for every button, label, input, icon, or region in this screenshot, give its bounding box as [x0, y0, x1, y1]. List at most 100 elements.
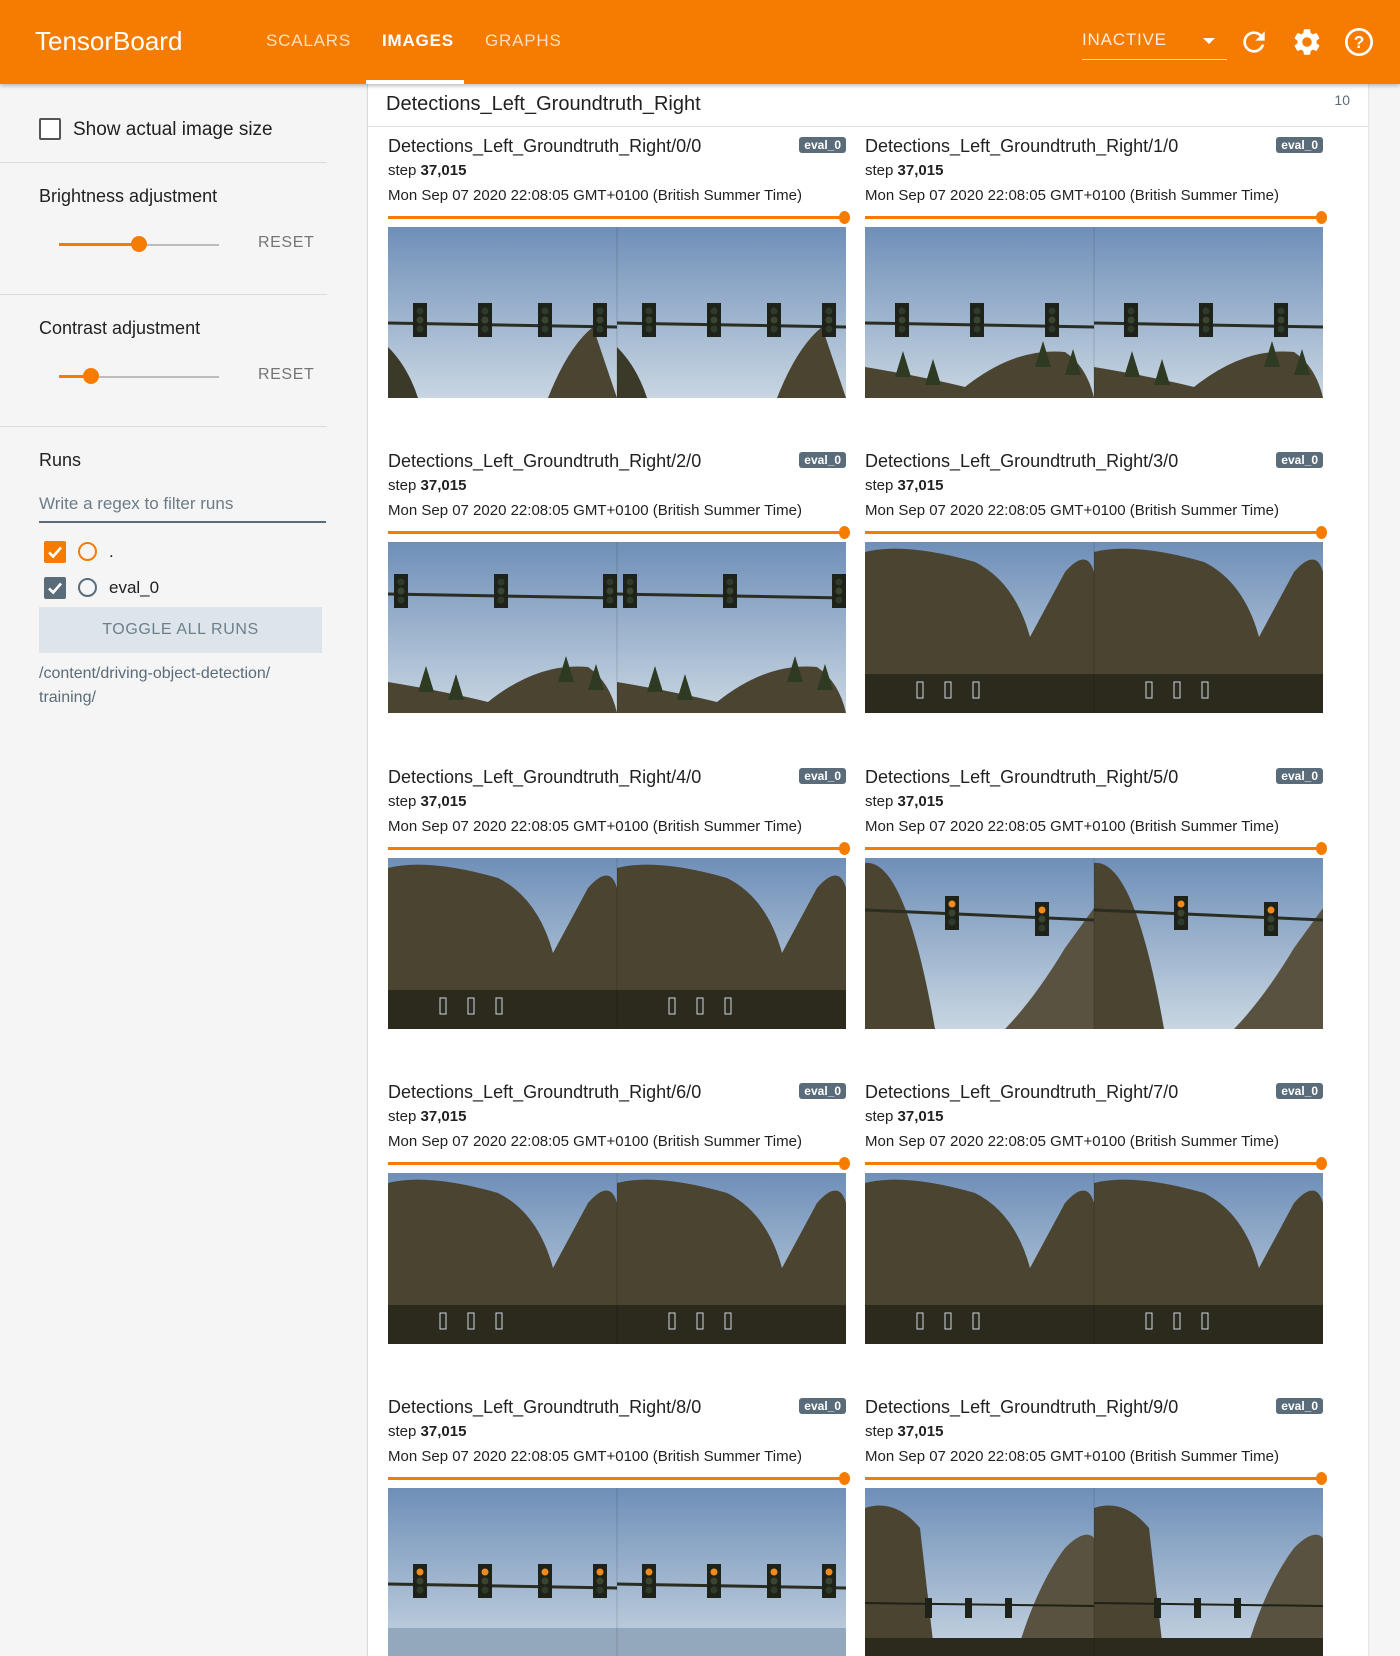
image-card-4: Detections_Left_Groundtruth_Right/4/0 eva… [388, 767, 850, 1067]
run-status-value: INACTIVE [1082, 30, 1167, 49]
image-card-title: Detections_Left_Groundtruth_Right/9/0 [865, 1397, 1179, 1417]
log-directory-path: /content/driving-object-detection/ train… [39, 662, 329, 710]
log-directory-line-1: /content/driving-object-detection/ [39, 665, 271, 682]
step-slider[interactable] [865, 211, 1327, 224]
run-color-circle-dot [78, 542, 97, 561]
run-color-circle-eval-0 [78, 578, 97, 597]
tag-card-header[interactable]: Detections_Left_Groundtruth_Right 10 [368, 84, 1368, 127]
image-card-3: Detections_Left_Groundtruth_Right/3/0 eva… [865, 451, 1327, 751]
help-circle-icon[interactable]: ? [1343, 26, 1375, 58]
tag-card: Detections_Left_Groundtruth_Right 10 Det… [368, 84, 1368, 1656]
image-step: step 37,015 [865, 1423, 943, 1440]
step-slider[interactable] [865, 526, 1327, 539]
scene-illustration [388, 227, 846, 398]
step-value: 37,015 [420, 1423, 467, 1440]
image-step: step 37,015 [388, 477, 466, 494]
contrast-slider-thumb[interactable] [83, 368, 99, 384]
image-step: step 37,015 [388, 1423, 466, 1440]
step-slider[interactable] [865, 842, 1327, 855]
image-card-2: Detections_Left_Groundtruth_Right/2/0 eva… [388, 451, 850, 751]
tab-images[interactable]: IMAGES [382, 31, 454, 51]
step-label: step [388, 477, 417, 494]
contrast-reset-button[interactable]: RESET [258, 366, 314, 384]
step-slider-thumb[interactable] [1316, 1157, 1327, 1170]
summary-image[interactable] [865, 227, 1323, 398]
toggle-all-runs-button[interactable]: TOGGLE ALL RUNS [39, 607, 322, 653]
tab-graphs[interactable]: GRAPHS [485, 31, 562, 51]
image-step: step 37,015 [388, 1108, 466, 1125]
step-slider[interactable] [865, 1472, 1327, 1485]
scene-illustration [388, 542, 846, 713]
summary-image[interactable] [388, 1488, 846, 1656]
step-slider[interactable] [865, 1157, 1327, 1170]
step-slider-thumb[interactable] [1316, 1472, 1327, 1485]
show-actual-size-checkbox[interactable] [39, 118, 61, 140]
step-slider-thumb[interactable] [1316, 526, 1327, 539]
step-slider[interactable] [388, 1157, 850, 1170]
step-slider-thumb[interactable] [1316, 211, 1327, 224]
image-step: step 37,015 [865, 1108, 943, 1125]
step-slider-thumb[interactable] [839, 1472, 850, 1485]
image-size-section: Show actual image size [0, 84, 327, 163]
step-label: step [388, 1108, 417, 1125]
contrast-section: Contrast adjustment RESET [0, 295, 327, 427]
tag-image-count: 10 [1334, 92, 1350, 108]
run-checkbox-dot[interactable] [44, 541, 66, 563]
refresh-icon[interactable] [1238, 26, 1270, 58]
checkmark-icon [48, 546, 62, 559]
image-timestamp: Mon Sep 07 2020 22:08:05 GMT+0100 (Briti… [388, 502, 802, 519]
step-slider[interactable] [388, 211, 850, 224]
image-step: step 37,015 [388, 793, 466, 810]
summary-image[interactable] [388, 858, 846, 1029]
step-value: 37,015 [420, 162, 467, 179]
step-slider[interactable] [388, 1472, 850, 1485]
step-value: 37,015 [897, 1423, 944, 1440]
run-status-select[interactable]: INACTIVE [1082, 30, 1227, 60]
summary-image[interactable] [388, 1173, 846, 1344]
run-badge: eval_0 [1276, 137, 1323, 153]
run-filter-input[interactable] [39, 487, 326, 523]
step-slider-thumb[interactable] [839, 842, 850, 855]
sidebar: Show actual image size Brightness adjust… [0, 84, 368, 1656]
image-timestamp: Mon Sep 07 2020 22:08:05 GMT+0100 (Briti… [865, 1133, 1279, 1150]
summary-image[interactable] [388, 227, 846, 398]
step-value: 37,015 [897, 1108, 944, 1125]
top-app-bar: TensorBoard SCALARS IMAGES GRAPHS INACTI… [0, 0, 1400, 84]
tab-scalars[interactable]: SCALARS [266, 31, 351, 51]
scene-illustration [865, 858, 1323, 1029]
step-slider-thumb[interactable] [839, 526, 850, 539]
step-slider-thumb[interactable] [839, 1157, 850, 1170]
image-timestamp: Mon Sep 07 2020 22:08:05 GMT+0100 (Briti… [388, 818, 802, 835]
contrast-label: Contrast adjustment [39, 318, 201, 338]
step-slider[interactable] [388, 526, 850, 539]
run-badge: eval_0 [799, 1398, 846, 1414]
image-card-title: Detections_Left_Groundtruth_Right/0/0 [388, 136, 702, 156]
brightness-slider-fill [59, 243, 139, 246]
summary-image[interactable] [388, 542, 846, 713]
step-slider-thumb[interactable] [1316, 842, 1327, 855]
summary-image[interactable] [865, 542, 1323, 713]
run-badge: eval_0 [799, 1083, 846, 1099]
image-card-title: Detections_Left_Groundtruth_Right/6/0 [388, 1082, 702, 1102]
image-card-9: Detections_Left_Groundtruth_Right/9/0 eva… [865, 1397, 1327, 1656]
brightness-reset-button[interactable]: RESET [258, 234, 314, 252]
image-card-title: Detections_Left_Groundtruth_Right/3/0 [865, 451, 1179, 471]
settings-gear-icon[interactable] [1291, 26, 1323, 58]
image-step: step 37,015 [388, 162, 466, 179]
step-value: 37,015 [420, 477, 467, 494]
image-card-8: Detections_Left_Groundtruth_Right/8/0 eva… [388, 1397, 850, 1656]
step-label: step [865, 1108, 894, 1125]
summary-image[interactable] [865, 1488, 1323, 1656]
image-card-0: Detections_Left_Groundtruth_Right/0/0 eva… [388, 136, 850, 436]
brightness-slider-thumb[interactable] [131, 236, 147, 252]
scene-illustration [388, 1488, 846, 1656]
step-slider-thumb[interactable] [839, 211, 850, 224]
summary-image[interactable] [865, 858, 1323, 1029]
image-timestamp: Mon Sep 07 2020 22:08:05 GMT+0100 (Briti… [865, 1448, 1279, 1465]
step-slider[interactable] [388, 842, 850, 855]
summary-image[interactable] [865, 1173, 1323, 1344]
run-checkbox-eval-0[interactable] [44, 577, 66, 599]
app-title[interactable]: TensorBoard [35, 26, 182, 57]
image-card-title: Detections_Left_Groundtruth_Right/7/0 [865, 1082, 1179, 1102]
checkmark-icon [48, 582, 62, 595]
